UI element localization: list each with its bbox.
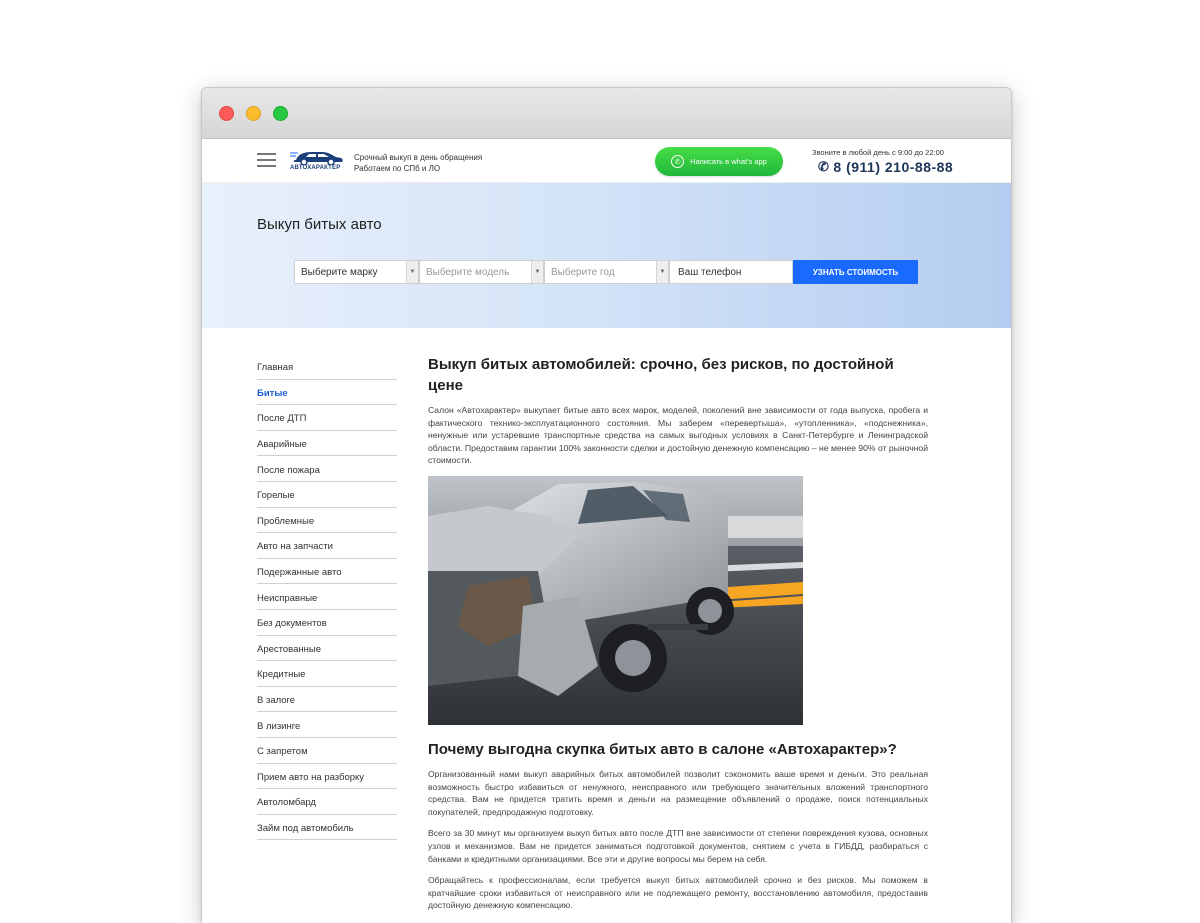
- damaged-car-image: [428, 475, 803, 725]
- article-paragraph: Салон «Автохарактер» выкупает битые авто…: [428, 405, 928, 466]
- phone-icon: ✆: [818, 159, 830, 174]
- sidebar-item[interactable]: Неисправные: [257, 584, 397, 610]
- menu-icon[interactable]: [257, 153, 276, 168]
- year-select-value: Выберите год: [551, 267, 615, 278]
- sidebar-item[interactable]: Кредитные: [257, 661, 397, 687]
- page-content: Главная Битые После ДТП Аварийные После пожа…: [202, 328, 1011, 923]
- sidebar-item[interactable]: Без документов: [257, 610, 397, 636]
- whatsapp-label: Написать в what's app: [690, 157, 767, 166]
- chevron-down-icon: ▼: [656, 261, 668, 283]
- sidebar-item[interactable]: Займ под автомобиль: [257, 815, 397, 841]
- hero-banner: Выкуп битых авто Выберите марку ▼ Выбери…: [202, 183, 1011, 328]
- call-hours: Звоните в любой день с 9:00 до 22:00: [812, 148, 944, 157]
- article-paragraph: Обращайтесь к профессионалам, если требу…: [428, 875, 928, 911]
- browser-window: АВТОХАРАКТЕР Срочный выкуп в день обраще…: [201, 87, 1012, 923]
- phone-input[interactable]: [669, 260, 793, 284]
- sidebar-item[interactable]: Горелые: [257, 482, 397, 508]
- site-logo[interactable]: АВТОХАРАКТЕР: [290, 148, 344, 174]
- brand-select-value: Выберите марку: [301, 267, 378, 278]
- sidebar-item[interactable]: Авто на запчасти: [257, 533, 397, 559]
- sidebar-item[interactable]: Арестованные: [257, 636, 397, 662]
- chevron-down-icon: ▼: [406, 261, 418, 283]
- model-select[interactable]: Выберите модель ▼: [419, 260, 544, 284]
- whatsapp-button[interactable]: ✆ Написать в what's app: [655, 147, 783, 176]
- sidebar-nav: Главная Битые После ДТП Аварийные После пожа…: [257, 354, 397, 841]
- sidebar-item[interactable]: Главная: [257, 354, 397, 380]
- section-heading: Почему выгодна скупка битых авто в салон…: [428, 740, 897, 758]
- sidebar-item[interactable]: Аварийные: [257, 431, 397, 457]
- article-title: Выкуп битых автомобилей: срочно, без рис…: [428, 356, 894, 394]
- phone-number: 8 (911) 210-88-88: [833, 159, 954, 175]
- sidebar-item[interactable]: Подержанные авто: [257, 559, 397, 585]
- hero-title: Выкуп битых авто: [257, 216, 382, 233]
- sidebar-item[interactable]: В лизинге: [257, 712, 397, 738]
- sidebar-item[interactable]: После пожара: [257, 456, 397, 482]
- chevron-down-icon: ▼: [531, 261, 543, 283]
- model-select-value: Выберите модель: [426, 267, 510, 278]
- get-price-button[interactable]: УЗНАТЬ СТОИМОСТЬ: [793, 260, 918, 284]
- minimize-window-button[interactable]: [246, 106, 261, 121]
- sidebar-item[interactable]: С запретом: [257, 738, 397, 764]
- close-window-button[interactable]: [219, 106, 234, 121]
- sidebar-item[interactable]: Прием авто на разборку: [257, 764, 397, 790]
- window-titlebar: [202, 88, 1011, 139]
- sidebar-item[interactable]: В залоге: [257, 687, 397, 713]
- site-header: АВТОХАРАКТЕР Срочный выкуп в день обраще…: [202, 139, 1011, 183]
- sidebar-item[interactable]: После ДТП: [257, 405, 397, 431]
- whatsapp-icon: ✆: [671, 155, 685, 168]
- sidebar-item[interactable]: Проблемные: [257, 508, 397, 534]
- car-logo-icon: [290, 152, 343, 166]
- article-paragraph: Всего за 30 минут мы организуем выкуп би…: [428, 828, 928, 864]
- article: Выкуп битых автомобилей: срочно, без рис…: [428, 354, 928, 921]
- maximize-window-button[interactable]: [273, 106, 288, 121]
- phone-link[interactable]: ✆ 8 (911) 210-88-88: [818, 159, 953, 175]
- brand-select[interactable]: Выберите марку ▼: [294, 260, 419, 284]
- article-paragraph: Организованный нами выкуп аварийных биты…: [428, 768, 928, 817]
- sidebar-item[interactable]: Автоломбард: [257, 789, 397, 815]
- valuation-form: Выберите марку ▼ Выберите модель ▼ Выбер…: [294, 260, 918, 284]
- logo-text: АВТОХАРАКТЕР: [290, 165, 341, 171]
- sidebar-item[interactable]: Битые: [257, 380, 397, 406]
- tagline-line-1: Срочный выкуп в день обращения: [354, 153, 483, 162]
- tagline-line-2: Работаем по СПб и ЛО: [354, 164, 441, 173]
- header-tagline: Срочный выкуп в день обращения Работаем …: [354, 152, 482, 174]
- year-select[interactable]: Выберите год ▼: [544, 260, 669, 284]
- damaged-pickup-photo: [428, 475, 803, 725]
